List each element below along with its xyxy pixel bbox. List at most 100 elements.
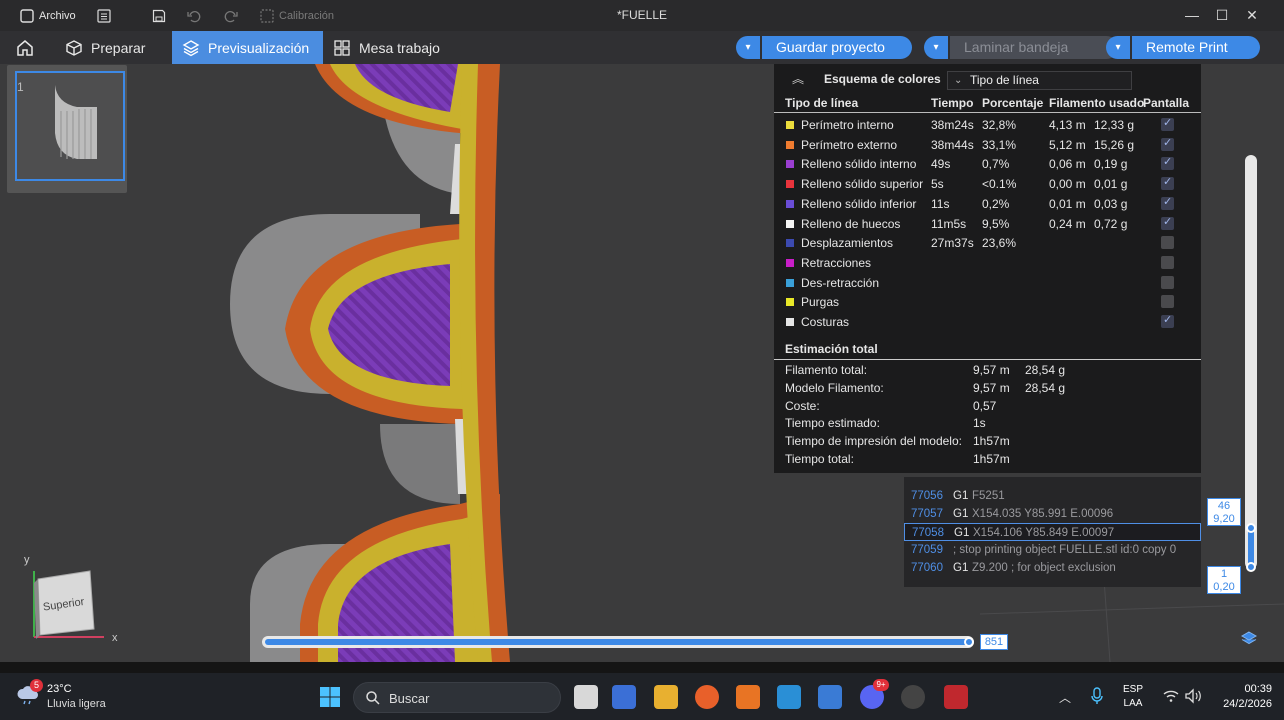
orca-slicer-app-icon[interactable] <box>901 685 925 709</box>
gcode-arguments: Z9.200 ; for object exclusion <box>972 562 1116 574</box>
display-checkbox[interactable] <box>1161 313 1174 328</box>
gcode-arguments: X154.035 Y85.991 E.00096 <box>972 508 1114 520</box>
line-time: 5s <box>931 177 944 192</box>
gcode-line-number: 77060 <box>911 562 943 574</box>
weather-widget[interactable]: 5 <box>16 679 43 705</box>
window-bottom-edge <box>0 662 1284 673</box>
tab-preview[interactable]: Previsualización <box>172 31 323 64</box>
gcode-line[interactable]: 77056 G1 F5251 <box>904 487 1201 505</box>
plate-thumbnail-card[interactable] <box>7 65 127 193</box>
gcode-line-number: 77058 <box>912 527 944 539</box>
cube-app-icon[interactable] <box>818 685 842 709</box>
clock[interactable]: 00:39 24/2/2026 <box>1212 683 1272 710</box>
gcode-line[interactable]: 77058 G1 X154.106 Y85.849 E.00097 <box>904 523 1201 541</box>
windows-logo-icon <box>320 687 340 707</box>
file-menu[interactable]: Archivo <box>20 7 76 25</box>
gcode-line[interactable]: 77059 ; stop printing object FUELLE.stl i… <box>904 541 1201 559</box>
view-cube[interactable]: y x Superior <box>22 551 122 651</box>
summary-value-1: 1h57m <box>973 452 1010 466</box>
move-slider-handle[interactable] <box>964 637 974 647</box>
network-volume-icons[interactable] <box>1162 687 1202 705</box>
language-indicator[interactable]: ESP LAA <box>1123 684 1143 709</box>
gcode-arguments: F5251 <box>972 490 1005 502</box>
summary-title: Estimación total <box>785 342 878 356</box>
tab-prepare[interactable]: Preparar <box>55 31 155 64</box>
calibration-menu[interactable]: Calibración <box>260 7 334 25</box>
remote-print-button[interactable]: Remote Print <box>1132 36 1260 59</box>
collapse-icon[interactable]: ︽ <box>792 70 804 87</box>
mic-glyph <box>1091 687 1103 704</box>
display-checkbox[interactable] <box>1161 116 1174 131</box>
undo-button[interactable] <box>187 7 201 25</box>
color-swatch <box>786 199 794 208</box>
legend-row: Relleno sólido inferior 11s 0,2% 0,01 m 0,03… <box>774 194 1201 214</box>
microphone-icon[interactable] <box>1090 687 1104 705</box>
save-project-button[interactable]: Guardar proyecto <box>762 36 912 59</box>
remote-print-dropdown[interactable]: ▾ <box>1106 36 1130 59</box>
layers-toggle-icon[interactable] <box>1240 630 1258 648</box>
store-app-icon[interactable] <box>612 685 636 709</box>
summary-row: Filamento total: 9,57 m 28,54 g <box>774 363 1201 381</box>
chevron-down-icon: ⌄ <box>954 75 963 86</box>
summary-row: Modelo Filamento: 9,57 m 28,54 g <box>774 381 1201 399</box>
maximize-button[interactable]: ☐ <box>1213 6 1231 24</box>
tab-workspace[interactable]: Mesa trabajo <box>323 31 450 64</box>
start-button[interactable] <box>319 686 341 708</box>
top-layer-height: 9,20 <box>1213 513 1235 525</box>
gcode-line[interactable]: 77060 G1 Z9.200 ; for object exclusion <box>904 559 1201 577</box>
move-slider-value[interactable]: 851 <box>980 634 1008 650</box>
among-us-app-icon[interactable] <box>944 685 968 709</box>
line-type-name: Relleno sólido interno <box>801 157 917 172</box>
line-type-name: Relleno sólido superior <box>801 177 924 192</box>
task-view-app-icon[interactable] <box>574 685 598 709</box>
fl-studio-app-icon[interactable] <box>736 685 760 709</box>
firefox-app-icon[interactable] <box>695 685 719 709</box>
layer-slider-track[interactable] <box>1245 155 1257 569</box>
capcut-app-icon[interactable] <box>777 685 801 709</box>
display-checkbox[interactable] <box>1161 195 1174 210</box>
home-button[interactable] <box>6 31 44 64</box>
summary-value-2: 28,54 g <box>1025 380 1066 395</box>
display-checkbox[interactable] <box>1161 175 1174 191</box>
plate-thumbnail[interactable] <box>15 71 125 181</box>
taskbar-search[interactable]: Buscar <box>353 682 561 713</box>
display-checkbox[interactable] <box>1161 215 1174 230</box>
slice-plate-dropdown[interactable]: ▾ <box>924 36 948 59</box>
file-explorer-app-icon[interactable] <box>654 685 678 709</box>
color-swatch <box>786 140 794 149</box>
line-percent: 0,2% <box>982 196 1010 211</box>
minimize-button[interactable]: — <box>1183 6 1201 24</box>
tray-overflow-icon[interactable]: ︿ <box>1059 689 1071 706</box>
redo-button[interactable] <box>224 7 238 25</box>
discord-app-icon[interactable]: 9+ <box>860 679 889 709</box>
display-checkbox[interactable] <box>1161 155 1174 171</box>
gcode-line[interactable]: 77057 G1 X154.035 Y85.991 E.00096 <box>904 505 1201 523</box>
view-cube-y-axis: y <box>24 554 30 566</box>
display-checkbox[interactable] <box>1161 136 1174 151</box>
slice-plate-button[interactable]: Laminar bandeja <box>950 36 1118 59</box>
summary-divider <box>774 359 1201 360</box>
line-percent: 9,5% <box>982 216 1010 231</box>
line-filament-weight: 15,26 g <box>1094 137 1135 152</box>
legend-title: Esquema de colores <box>824 72 941 86</box>
save-project-dropdown[interactable]: ▾ <box>736 36 760 59</box>
display-checkbox[interactable] <box>1161 236 1174 250</box>
line-time: 38m24s <box>931 118 974 132</box>
layer-slider-bottom-handle[interactable] <box>1246 562 1256 572</box>
top-layer-box[interactable]: 46 9,20 <box>1207 498 1241 526</box>
legend-row: Costuras <box>774 312 1201 332</box>
bottom-layer-number: 1 <box>1220 568 1228 580</box>
display-checkbox[interactable] <box>1161 275 1174 289</box>
display-checkbox[interactable] <box>1161 255 1174 269</box>
close-button[interactable]: ✕ <box>1243 6 1261 24</box>
color-scheme-select[interactable]: ⌄ Tipo de línea <box>947 71 1132 90</box>
display-checkbox[interactable] <box>1161 295 1174 309</box>
gcode-command: G1 <box>953 508 969 520</box>
line-type-name: Perímetro externo <box>801 137 898 152</box>
notes-button[interactable] <box>97 7 111 25</box>
save-button[interactable] <box>152 7 166 25</box>
move-slider-range <box>265 639 969 645</box>
bottom-layer-box[interactable]: 1 0,20 <box>1207 566 1241 594</box>
layer-slider-top-handle[interactable] <box>1246 523 1256 533</box>
color-swatch <box>786 239 794 248</box>
